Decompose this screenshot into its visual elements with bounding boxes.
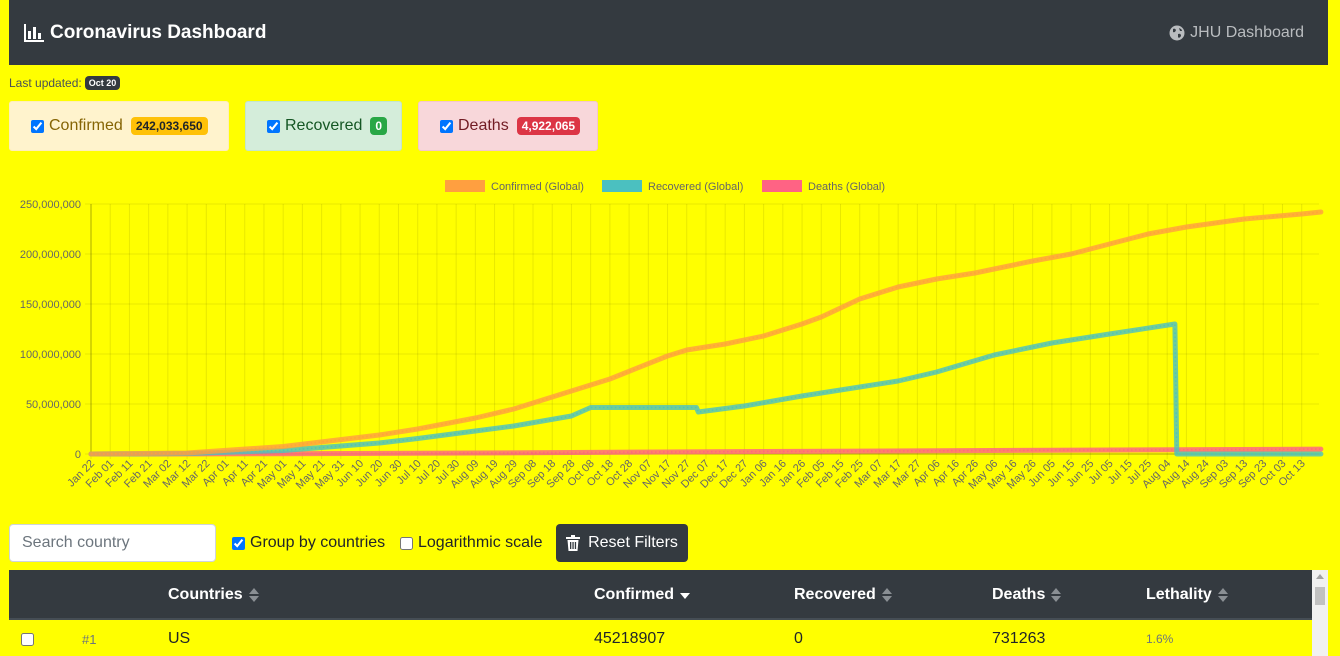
row-checkbox[interactable] — [21, 632, 34, 646]
trash-icon — [566, 535, 581, 551]
y-tick-label: 150,000,000 — [20, 299, 81, 311]
last-updated: Last updated: Oct 20 — [9, 76, 121, 90]
table-header: Countries Confirmed Recovered Deaths Let… — [9, 570, 1312, 620]
group-by-countries-toggle[interactable]: Group by countries — [232, 534, 385, 552]
brand-title: Coronavirus Dashboard — [50, 21, 267, 43]
search-country-input[interactable] — [9, 524, 216, 562]
table-row[interactable]: #1 US 45218907 0 731263 1.6% — [9, 622, 1312, 656]
bar-chart-icon — [24, 23, 44, 42]
header-deaths[interactable]: Deaths — [992, 570, 1062, 620]
confirmed-count-badge: 242,033,650 — [130, 117, 208, 135]
last-updated-date: Oct 20 — [84, 76, 121, 90]
navbar: Coronavirus Dashboard JHU Dashboard — [9, 0, 1328, 65]
recovered-count-badge: 0 — [370, 117, 388, 135]
header-recovered[interactable]: Recovered — [794, 570, 892, 620]
confirmed-card[interactable]: Confirmed 242,033,650 — [9, 101, 229, 151]
logarithmic-scale-toggle[interactable]: Logarithmic scale — [400, 534, 543, 552]
confirmed-checkbox[interactable] — [31, 119, 44, 133]
sort-icon — [1217, 588, 1228, 602]
y-tick-label: 100,000,000 — [20, 349, 81, 361]
deaths-card[interactable]: Deaths 4,922,065 — [418, 101, 598, 151]
y-tick-label: 50,000,000 — [26, 399, 81, 411]
row-recovered: 0 — [794, 630, 803, 647]
sort-icon — [1051, 588, 1062, 602]
row-country: US — [168, 630, 191, 647]
reset-filters-button[interactable]: Reset Filters — [556, 524, 688, 562]
header-lethality[interactable]: Lethality — [1146, 570, 1228, 620]
row-rank: #1 — [82, 631, 97, 647]
y-tick-label: 200,000,000 — [20, 249, 81, 261]
globe-icon — [1169, 25, 1185, 40]
legend-swatch — [602, 180, 642, 192]
jhu-dashboard-link[interactable]: JHU Dashboard — [1169, 24, 1304, 42]
legend-swatch — [762, 180, 802, 192]
legend-label: Confirmed (Global) — [491, 181, 584, 193]
legend-swatch — [445, 180, 485, 192]
deaths-count-badge: 4,922,065 — [516, 117, 581, 135]
row-confirmed: 45218907 — [594, 630, 666, 647]
y-tick-label: 0 — [75, 449, 81, 461]
table-scrollbar[interactable] — [1312, 570, 1328, 656]
row-lethality: 1.6% — [1146, 632, 1174, 646]
legend-label: Deaths (Global) — [808, 181, 885, 193]
header-countries[interactable]: Countries — [168, 570, 259, 620]
y-tick-label: 250,000,000 — [20, 199, 81, 211]
sort-icon — [881, 588, 892, 602]
row-deaths: 731263 — [992, 630, 1046, 647]
recovered-checkbox[interactable] — [267, 119, 280, 133]
brand[interactable]: Coronavirus Dashboard — [24, 22, 266, 44]
group-by-countries-checkbox[interactable] — [232, 536, 245, 550]
scroll-thumb[interactable] — [1315, 587, 1325, 605]
logarithmic-scale-checkbox[interactable] — [400, 536, 413, 550]
recovered-card[interactable]: Recovered 0 — [245, 101, 402, 151]
legend-label: Recovered (Global) — [648, 181, 743, 193]
header-confirmed[interactable]: Confirmed — [594, 570, 690, 620]
sort-icon — [248, 588, 259, 602]
row-select[interactable] — [21, 622, 34, 656]
global-cases-chart: Jan 22Feb 01Feb 11Feb 21Mar 02Mar 12Mar … — [20, 180, 1324, 492]
deaths-checkbox[interactable] — [440, 119, 453, 133]
sort-desc-icon — [680, 593, 690, 599]
scroll-up-arrow-icon[interactable] — [1316, 574, 1324, 579]
